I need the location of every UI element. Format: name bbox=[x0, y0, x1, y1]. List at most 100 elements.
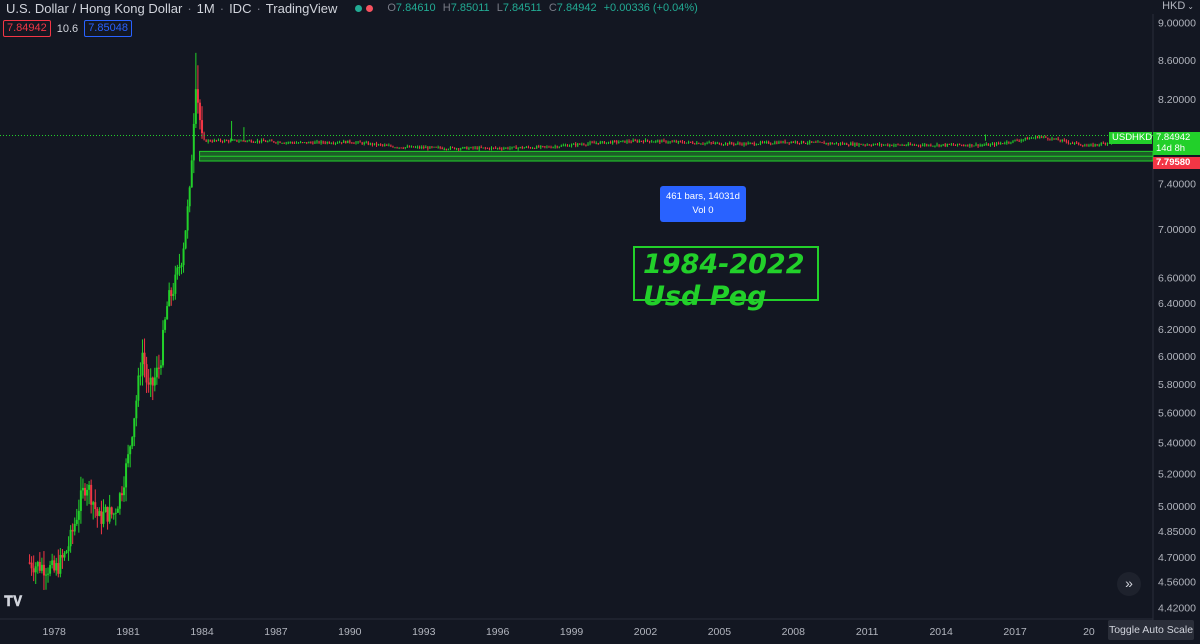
price-chart[interactable]: 9.000008.600008.200007.800007.400007.000… bbox=[0, 0, 1200, 644]
candle-body bbox=[1026, 137, 1028, 140]
candle-body bbox=[375, 143, 378, 146]
candle-body bbox=[587, 143, 589, 145]
tradingview-logo-icon[interactable]: 𝐓𝐕 bbox=[4, 594, 26, 612]
candle-body bbox=[919, 145, 922, 147]
sell-price-box[interactable]: 7.84942 bbox=[3, 20, 51, 37]
candle-body bbox=[211, 141, 213, 143]
candle-body bbox=[123, 487, 126, 496]
data-status-dot[interactable] bbox=[366, 4, 374, 12]
candle-body bbox=[673, 141, 675, 143]
candle-body bbox=[696, 142, 698, 145]
candle-body bbox=[915, 144, 918, 146]
candle-body bbox=[304, 142, 306, 144]
candle-body bbox=[53, 560, 56, 571]
candle-body bbox=[893, 145, 895, 147]
candle-body bbox=[895, 144, 897, 146]
candle-body bbox=[336, 142, 339, 144]
market-status-dot[interactable] bbox=[355, 4, 363, 12]
candle-body bbox=[338, 142, 341, 144]
candle-body bbox=[554, 146, 556, 148]
candle-body bbox=[731, 142, 733, 144]
candle-body bbox=[585, 144, 587, 146]
candle-body bbox=[956, 143, 959, 146]
candle-body bbox=[355, 142, 357, 144]
candle-body bbox=[844, 143, 846, 145]
candle-body bbox=[1096, 144, 1098, 146]
candle-body bbox=[570, 144, 573, 146]
candle-body bbox=[219, 139, 222, 142]
candle-body bbox=[1002, 143, 1004, 145]
candle-body bbox=[492, 147, 495, 149]
symbol-description[interactable]: U.S. Dollar / Hong Kong Dollar bbox=[6, 1, 182, 16]
candle-body bbox=[188, 187, 191, 207]
candle-body bbox=[778, 141, 780, 144]
candle-body bbox=[347, 140, 349, 144]
candle-body bbox=[612, 140, 614, 144]
peg-annotation[interactable]: 1984-2022 Usd Peg bbox=[633, 246, 819, 312]
status-indicators[interactable] bbox=[355, 4, 374, 12]
measure-tooltip: 461 bars, 14031d Vol 0 bbox=[660, 186, 746, 222]
candle-body bbox=[419, 146, 421, 148]
candle-body bbox=[987, 143, 989, 146]
candle-body bbox=[622, 140, 624, 142]
candle-body bbox=[196, 89, 199, 103]
buy-price-box[interactable]: 7.85048 bbox=[84, 20, 132, 37]
candle-body bbox=[965, 145, 967, 147]
candle-body bbox=[768, 141, 770, 144]
candle-body bbox=[34, 566, 37, 573]
candle-body bbox=[482, 147, 484, 149]
candle-body bbox=[256, 140, 259, 142]
candle-body bbox=[55, 563, 58, 571]
candle-body bbox=[897, 144, 899, 146]
bid-ask-row: 7.84942 10.6 7.85048 bbox=[3, 20, 132, 37]
candle-body bbox=[476, 147, 478, 150]
toggle-auto-scale-button[interactable]: Toggle Auto Scale bbox=[1108, 620, 1194, 640]
candle-body bbox=[429, 146, 431, 149]
candle-body bbox=[308, 142, 310, 144]
candle-body bbox=[829, 142, 831, 144]
candle-body bbox=[909, 143, 911, 145]
candle-body bbox=[1039, 136, 1041, 139]
double-chevron-right-icon[interactable]: » bbox=[1117, 572, 1141, 596]
candle-body bbox=[899, 144, 901, 146]
candle-body bbox=[44, 574, 47, 576]
candle-body bbox=[104, 506, 107, 513]
candle-body bbox=[874, 143, 877, 145]
candle-body bbox=[850, 143, 852, 146]
candle-body bbox=[811, 141, 813, 143]
y-tick-label: 6.40000 bbox=[1158, 298, 1196, 310]
x-tick-label: 2008 bbox=[782, 626, 806, 638]
candle-body bbox=[213, 140, 215, 142]
high-key: H bbox=[442, 2, 451, 14]
candle-body bbox=[883, 144, 885, 146]
y-tick-label: 4.85000 bbox=[1158, 526, 1196, 538]
last-price-tag: 7.84942 14d 8h bbox=[1153, 132, 1200, 155]
candle-body bbox=[102, 512, 105, 524]
candle-body bbox=[445, 148, 447, 150]
candle-body bbox=[1082, 145, 1084, 147]
candle-body bbox=[716, 142, 718, 144]
candle-body bbox=[911, 144, 913, 146]
interval-label[interactable]: 1M bbox=[197, 1, 215, 16]
candle-body bbox=[802, 140, 805, 144]
volume-text: Vol 0 bbox=[692, 205, 714, 216]
candle-body bbox=[258, 140, 261, 142]
candle-body bbox=[184, 230, 187, 249]
candle-body bbox=[503, 148, 505, 150]
candle-body bbox=[439, 147, 441, 149]
y-tick-label: 5.80000 bbox=[1158, 379, 1196, 391]
candle-body bbox=[831, 142, 833, 144]
candle-body bbox=[948, 143, 950, 145]
candle-body bbox=[267, 141, 269, 143]
candle-body bbox=[38, 561, 41, 571]
candle-body bbox=[973, 145, 975, 147]
candle-body bbox=[1100, 142, 1102, 145]
candle-body bbox=[940, 144, 942, 147]
candle-body bbox=[1067, 141, 1070, 143]
currency-selector[interactable]: HKD ⌄ bbox=[1162, 0, 1194, 12]
candle-body bbox=[343, 141, 345, 143]
candle-body bbox=[981, 144, 983, 146]
candle-body bbox=[747, 143, 749, 145]
candle-body bbox=[291, 141, 293, 143]
candle-body bbox=[677, 141, 679, 143]
